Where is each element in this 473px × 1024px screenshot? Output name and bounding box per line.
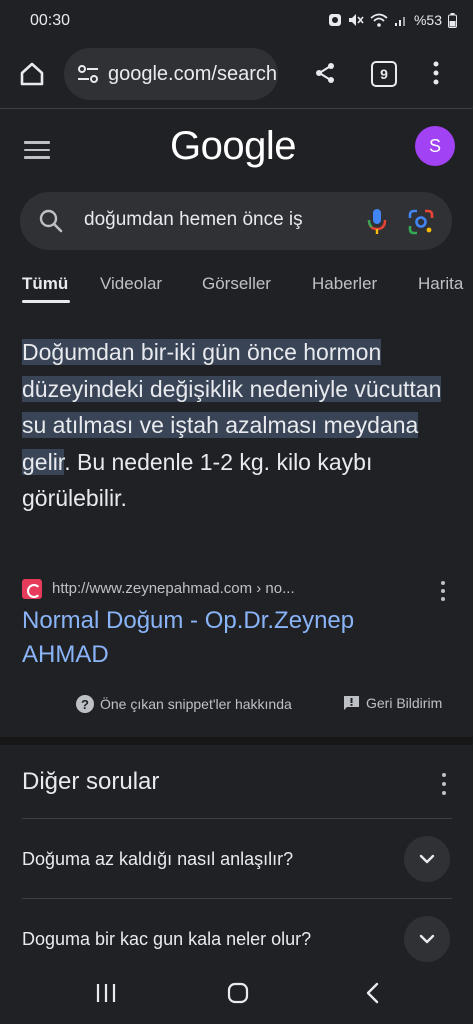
more-vert-icon: [433, 61, 439, 85]
search-box[interactable]: [20, 192, 452, 250]
paa-divider: [22, 818, 452, 819]
dot: [442, 782, 446, 786]
about-snippets-label: Öne çıkan snippet'ler hakkında: [100, 696, 292, 712]
battery-icon: [448, 12, 457, 28]
home-icon: [20, 62, 44, 86]
paa-question-item[interactable]: Doguma bir kac gun kala neler olur?: [0, 900, 473, 962]
source-more-button[interactable]: [436, 581, 450, 601]
snippet-rest: . Bu nedenle 1-2 kg. kilo kaybı görülebi…: [22, 448, 373, 512]
url-text: google.com/search: [108, 62, 276, 85]
lens-icon[interactable]: [408, 209, 434, 235]
search-input[interactable]: [84, 209, 344, 231]
hamburger-line: [24, 156, 50, 159]
signal-icon: [394, 13, 408, 27]
paa-divider: [22, 898, 452, 899]
back-icon: [366, 982, 379, 1004]
help-icon: ?: [76, 695, 94, 713]
dot: [442, 773, 446, 777]
main-menu-button[interactable]: [24, 136, 54, 164]
toolbar-divider: [0, 108, 473, 109]
recent-apps-button[interactable]: [94, 980, 118, 1006]
tab-all[interactable]: Tümü: [22, 274, 68, 294]
people-also-ask-title: Diğer sorular: [22, 768, 160, 795]
snippet-footer: ? Öne çıkan snippet'ler hakkında Geri Bi…: [0, 694, 473, 718]
status-time: 00:30: [30, 12, 71, 29]
more-menu-button[interactable]: [424, 58, 448, 88]
address-bar[interactable]: google.com/search: [64, 48, 278, 100]
status-icons: %53: [328, 12, 457, 28]
home-nav-icon: [227, 982, 249, 1004]
share-button[interactable]: [310, 58, 340, 88]
hamburger-line: [24, 148, 50, 152]
paa-question-text: Doguma bir kac gun kala neler olur?: [22, 929, 312, 949]
active-tab-indicator: [22, 300, 70, 303]
paa-more-button[interactable]: [437, 773, 451, 795]
paa-expand-button[interactable]: [404, 916, 450, 962]
chevron-down-icon: [419, 854, 435, 864]
dot: [441, 589, 445, 593]
feedback-link[interactable]: Geri Bildirim: [343, 695, 442, 711]
paa-question-item[interactable]: Doğuma az kaldığı nasıl anlaşılır?: [0, 820, 473, 900]
account-avatar[interactable]: S: [415, 126, 455, 166]
feedback-icon: [344, 696, 359, 710]
source-url: http://www.zeynepahmad.com › no...: [52, 580, 295, 597]
site-settings-icon[interactable]: [76, 62, 100, 86]
tabs-button[interactable]: 9: [371, 61, 397, 87]
search-tabs: Tümü Videolar Görseller Haberler Harita: [0, 270, 473, 306]
paa-question-text: Doğuma az kaldığı nasıl anlaşılır?: [22, 849, 294, 869]
search-icon: [39, 209, 63, 233]
google-logo[interactable]: Google: [170, 124, 296, 169]
hamburger-line: [24, 141, 50, 144]
section-divider: [0, 737, 473, 745]
wifi-icon: [370, 13, 388, 27]
mute-icon: [348, 13, 364, 27]
tab-videos[interactable]: Videolar: [100, 274, 162, 294]
share-icon: [316, 63, 334, 83]
featured-snippet-text: Doğumdan bir-iki gün önce hormon düzeyin…: [22, 334, 442, 517]
mic-icon[interactable]: [366, 208, 388, 236]
site-favicon-icon: [22, 579, 42, 599]
paa-expand-button[interactable]: [404, 836, 450, 882]
dot: [441, 597, 445, 601]
chevron-down-icon: [419, 934, 435, 944]
feedback-label: Geri Bildirim: [366, 695, 443, 711]
back-button[interactable]: [360, 980, 384, 1006]
result-title-link[interactable]: Normal Doğum - Op.Dr.Zeynep AHMAD: [22, 604, 422, 672]
tab-news[interactable]: Haberler: [312, 274, 377, 294]
tab-maps[interactable]: Harita: [418, 274, 463, 294]
system-nav-bar: [0, 962, 473, 1024]
battery-text: %53: [413, 12, 442, 28]
recent-apps-icon: [96, 984, 116, 1002]
browser-toolbar: google.com/search 9: [0, 44, 473, 106]
dot: [442, 791, 446, 795]
tab-images[interactable]: Görseller: [202, 274, 271, 294]
status-bar: 00:30 %53: [0, 0, 473, 44]
snippet-source[interactable]: http://www.zeynepahmad.com › no...: [22, 578, 452, 602]
dot: [441, 581, 445, 585]
about-snippets-link[interactable]: ? Öne çıkan snippet'ler hakkında: [76, 695, 292, 713]
home-button[interactable]: [16, 58, 48, 90]
home-nav-button[interactable]: [226, 980, 250, 1006]
alarm-icon: [328, 13, 342, 27]
